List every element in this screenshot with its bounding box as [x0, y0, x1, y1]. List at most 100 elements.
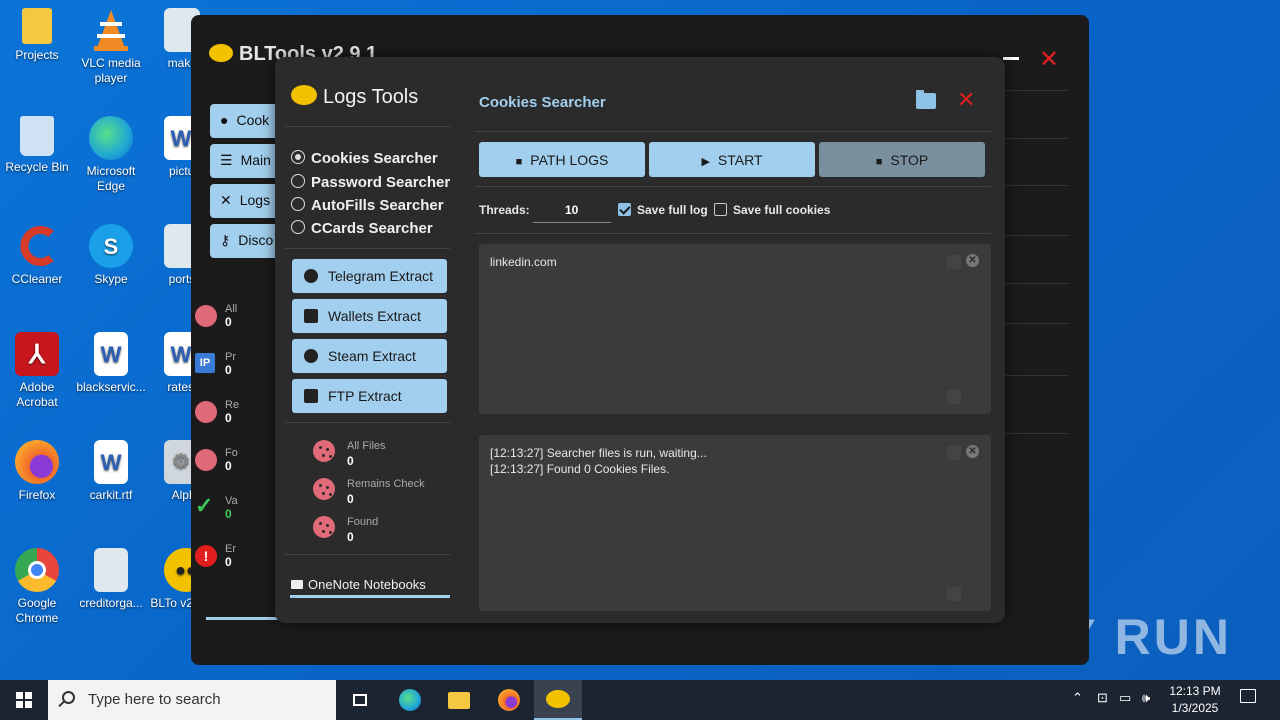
telegram-icon: [304, 269, 318, 283]
tools-icon: ✕: [220, 192, 232, 208]
save-full-cookies-checkbox[interactable]: Save full cookies: [714, 203, 830, 217]
desktop-icon-label: carkit.rtf: [89, 488, 133, 502]
checkbox-icon: [714, 203, 727, 216]
network-status-icon[interactable]: ⊡: [1097, 690, 1108, 706]
dialog-close-button[interactable]: ✕: [957, 87, 975, 113]
desktop-icon-blackservic[interactable]: W blackservic...: [74, 332, 148, 395]
radio-ccards-searcher[interactable]: CCards Searcher: [291, 220, 433, 237]
bltools-icon: [546, 690, 570, 708]
edge-icon: [399, 689, 421, 711]
clear-icon[interactable]: ✕: [966, 254, 979, 267]
desktop-icon-creditorga[interactable]: creditorga...: [74, 548, 148, 611]
desktop-icon-firefox[interactable]: Firefox: [0, 440, 74, 503]
taskbar-search-box[interactable]: Type here to search: [48, 680, 336, 720]
notifications-icon[interactable]: [1240, 689, 1256, 703]
search-query-textarea[interactable]: linkedin.com ✕: [479, 244, 991, 414]
divider: [475, 131, 991, 132]
chevron-up-icon[interactable]: ⌃: [1072, 690, 1083, 706]
scroll-down-button[interactable]: [947, 390, 961, 404]
divider: [475, 186, 991, 187]
threads-label: Threads:: [479, 203, 530, 217]
bltools-logo-icon: [291, 85, 317, 105]
divider: [285, 422, 450, 423]
ftp-extract-button[interactable]: FTP Extract: [292, 379, 447, 413]
windows-logo-icon: [16, 692, 32, 708]
desktop-icon-label: CCleaner: [11, 272, 63, 286]
clock-time: 12:13 PM: [1169, 684, 1221, 698]
taskbar-bltools[interactable]: [534, 680, 582, 720]
desktop-icon-chrome[interactable]: Google Chrome: [0, 548, 74, 626]
divider: [285, 248, 450, 249]
desktop-icon-edge[interactable]: Microsoft Edge: [74, 116, 148, 194]
ccleaner-icon: [15, 224, 59, 268]
path-logs-button[interactable]: ■ PATH LOGS: [479, 142, 645, 177]
radio-icon: [291, 174, 305, 188]
task-view-icon: [353, 694, 367, 706]
word-doc-icon: W: [94, 440, 128, 484]
save-full-log-checkbox[interactable]: Save full log: [618, 203, 708, 217]
close-button[interactable]: ✕: [1039, 45, 1059, 74]
scroll-up-button[interactable]: [947, 446, 961, 460]
folder-icon: [22, 8, 52, 44]
start-button[interactable]: [0, 680, 48, 720]
desktop-icon-label: Adobe Acrobat: [16, 380, 58, 409]
cookie-check-icon: [313, 516, 335, 538]
ip-icon: IP: [195, 353, 215, 373]
stop-button[interactable]: ■ STOP: [819, 142, 985, 177]
steam-extract-button[interactable]: Steam Extract: [292, 339, 447, 373]
volume-icon[interactable]: 🕪: [1142, 690, 1150, 706]
radio-password-searcher[interactable]: Password Searcher: [291, 174, 450, 191]
scroll-up-button[interactable]: [947, 255, 961, 269]
radio-autofills-searcher[interactable]: AutoFills Searcher: [291, 197, 444, 214]
cookie-minus-icon: [195, 401, 217, 423]
divider: [285, 554, 450, 555]
chrome-icon: [15, 548, 59, 592]
key-icon: ⚷: [220, 232, 231, 248]
scroll-down-button[interactable]: [947, 587, 961, 601]
minimize-button[interactable]: [1003, 57, 1019, 60]
desktop-icon-projects[interactable]: Projects: [0, 8, 74, 63]
start-button[interactable]: ▶ START: [649, 142, 815, 177]
desktop-icon-label: blackservic...: [76, 380, 146, 394]
onenote-notebooks-link[interactable]: OneNote Notebooks: [290, 577, 450, 598]
wallets-extract-button[interactable]: Wallets Extract: [292, 299, 447, 333]
desktop-icon-vlc[interactable]: VLC media player: [74, 8, 148, 86]
stat-remains-check: Remains Check 0: [313, 478, 425, 506]
clock-date: 1/3/2025: [1171, 701, 1219, 715]
threads-input[interactable]: 10: [533, 197, 611, 223]
open-folder-button[interactable]: [916, 90, 936, 109]
acrobat-icon: ⅄: [15, 332, 59, 376]
vlc-icon: [89, 8, 133, 52]
radio-cookies-searcher[interactable]: Cookies Searcher: [291, 150, 438, 167]
radio-icon: [291, 197, 305, 211]
search-icon: [62, 691, 75, 704]
desktop: Projects VLC media player making Recycle…: [0, 0, 1280, 680]
desktop-icon-acrobat[interactable]: ⅄ Adobe Acrobat: [0, 332, 74, 410]
telegram-extract-button[interactable]: Telegram Extract: [292, 259, 447, 293]
log-output-textarea[interactable]: [12:13:27] Searcher files is run, waitin…: [479, 435, 991, 611]
task-view-button[interactable]: [336, 680, 384, 720]
taskbar-file-explorer[interactable]: [435, 680, 483, 720]
taskbar-edge[interactable]: [386, 680, 434, 720]
dialog-title: Logs Tools: [291, 85, 418, 109]
word-doc-icon: W: [94, 332, 128, 376]
stat-errors: ! Er 0: [195, 543, 236, 569]
stat-valid: ✓ Va 0: [195, 493, 238, 521]
stop-icon: ■: [875, 156, 883, 168]
desktop-icon-recycle-bin[interactable]: Recycle Bin: [0, 116, 74, 175]
error-icon: !: [195, 545, 217, 567]
desktop-icon-skype[interactable]: S Skype: [74, 224, 148, 287]
clear-icon[interactable]: ✕: [966, 445, 979, 458]
check-icon: ✓: [195, 493, 214, 518]
stat-proxy: IP Pr 0: [195, 351, 236, 377]
firefox-icon: [498, 689, 520, 711]
desktop-icon-ccleaner[interactable]: CCleaner: [0, 224, 74, 287]
panel-title: Cookies Searcher: [479, 94, 606, 111]
taskbar-clock[interactable]: 12:13 PM 1/3/2025: [1166, 683, 1224, 717]
taskbar-firefox[interactable]: [485, 680, 533, 720]
radio-selected-icon: [291, 150, 305, 164]
desktop-icon-carkit[interactable]: W carkit.rtf: [74, 440, 148, 503]
stat-all: All 0: [195, 303, 237, 329]
stat-found: Found 0: [313, 516, 378, 544]
network-icon[interactable]: ▭: [1119, 690, 1131, 706]
